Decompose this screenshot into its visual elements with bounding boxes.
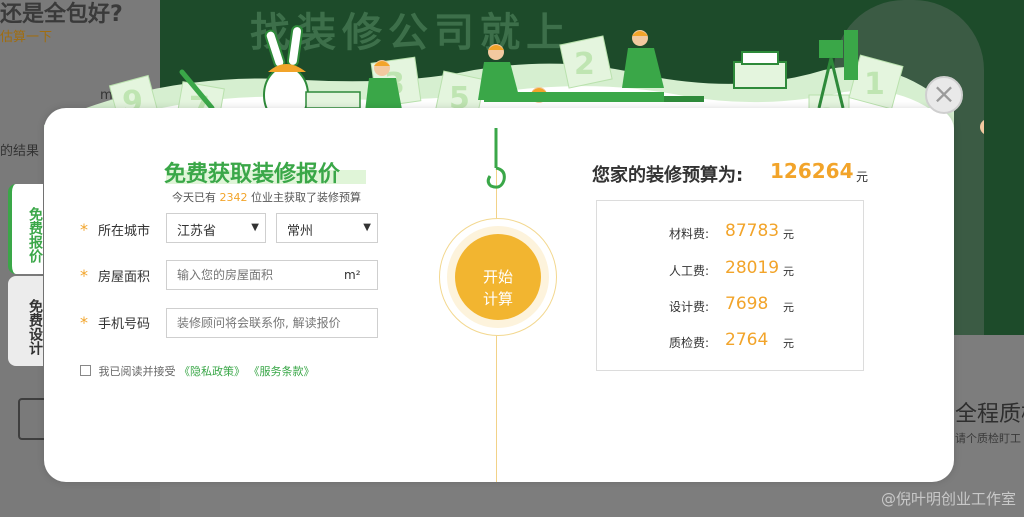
required-star-icon: * <box>80 313 88 332</box>
form-subtitle-suffix: 位业主获取了装修预算 <box>251 191 361 204</box>
agree-checkbox[interactable] <box>80 365 91 376</box>
province-select[interactable]: 江苏省 ▼ <box>166 213 266 243</box>
budget-total: 126264 <box>770 159 854 183</box>
required-star-icon: * <box>80 266 88 285</box>
close-icon[interactable]: × <box>925 76 963 114</box>
cost-unit: 元 <box>783 265 794 278</box>
city-label: * 所在城市 <box>80 220 150 239</box>
privacy-link[interactable]: 《隐私政策》 <box>179 365 245 378</box>
cost-label: 设计费: <box>669 300 710 314</box>
tab-free-quote[interactable]: 免费报价 <box>8 184 43 274</box>
cost-row-material: 材料费: 87783 元 <box>597 221 865 241</box>
chevron-down-icon: ▼ <box>363 222 371 233</box>
cost-unit: 元 <box>783 337 794 350</box>
cost-label: 质检费: <box>669 336 710 350</box>
terms-link[interactable]: 《服务条款》 <box>249 365 315 378</box>
form-subtitle-prefix: 今天已有 <box>172 191 216 204</box>
form-title: 免费获取装修报价 <box>164 162 341 187</box>
cost-row-labor: 人工费: 28019 元 <box>597 258 865 278</box>
tab-free-design[interactable]: 免费设计 <box>8 276 43 366</box>
agree-text: 我已阅读并接受 <box>98 365 176 378</box>
city-value: 常州 <box>287 224 314 239</box>
form-subtitle-count: 2342 <box>219 191 248 204</box>
cost-row-inspection: 质检费: 2764 元 <box>597 330 865 350</box>
area-input-unit: m² <box>344 268 361 282</box>
calc-button-line1: 开始 <box>482 267 513 286</box>
background-quality-sub: 请个质检盯工 <box>955 432 1021 445</box>
cost-value: 7698 <box>725 294 769 314</box>
crane-hook-icon <box>486 128 506 189</box>
cost-unit: 元 <box>783 228 794 241</box>
budget-label: 您家的装修预算为: <box>592 165 744 186</box>
background-title: 还是全包好? <box>0 2 123 27</box>
cost-label: 材料费: <box>669 227 710 241</box>
background-subtitle: 估算一下 <box>0 30 53 45</box>
watermark: @倪叶明创业工作室 <box>880 490 1016 508</box>
cost-label: 人工费: <box>669 264 710 278</box>
cost-value: 87783 <box>725 221 780 241</box>
chevron-down-icon: ▼ <box>251 222 259 233</box>
city-select[interactable]: 常州 ▼ <box>276 213 378 243</box>
cost-value: 28019 <box>725 258 780 278</box>
start-calc-button[interactable]: 开始 计算 <box>455 234 541 320</box>
banner-slogan: 找装修公司就上 <box>250 10 572 56</box>
cost-row-design: 设计费: 7698 元 <box>597 294 865 314</box>
background-result-text: 的结果 <box>0 144 40 159</box>
cost-unit: 元 <box>783 301 794 314</box>
phone-label-text: 手机号码 <box>98 317 151 332</box>
phone-input[interactable] <box>166 308 378 338</box>
quote-modal: 免费获取装修报价 今天已有 2342 位业主获取了装修预算 * 所在城市 江苏省 … <box>44 108 954 482</box>
background-quality-title: 全程质检 <box>955 402 1024 427</box>
budget-unit: 元 <box>856 170 869 184</box>
background-area-unit: m² <box>100 88 118 103</box>
agreement-row: 我已阅读并接受 《隐私政策》 《服务条款》 <box>80 363 315 379</box>
province-value: 江苏省 <box>177 224 217 239</box>
phone-label: * 手机号码 <box>80 313 150 332</box>
calc-button-line2: 计算 <box>482 289 513 308</box>
form-subtitle: 今天已有 2342 位业主获取了装修预算 <box>172 189 361 205</box>
area-label-text: 房屋面积 <box>98 270 151 285</box>
required-star-icon: * <box>80 220 88 239</box>
city-label-text: 所在城市 <box>98 224 151 239</box>
area-label: * 房屋面积 <box>80 266 150 285</box>
cost-breakdown: 材料费: 87783 元 人工费: 28019 元 设计费: 7698 元 质检… <box>596 200 864 371</box>
cost-value: 2764 <box>725 330 769 350</box>
